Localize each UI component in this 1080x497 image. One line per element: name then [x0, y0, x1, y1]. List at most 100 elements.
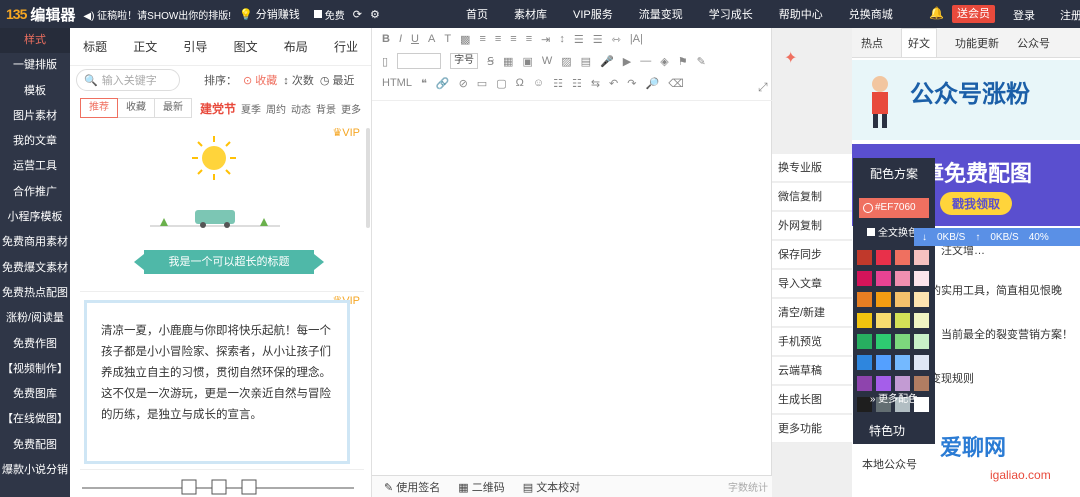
html-icon[interactable]: HTML — [382, 77, 412, 89]
sidebar-item[interactable]: 免费配图 — [0, 433, 70, 458]
expand-icon[interactable]: ⤢ — [758, 80, 768, 95]
action-long-image[interactable]: 生成长图 — [772, 386, 852, 414]
text-bg-icon[interactable]: T — [444, 33, 451, 45]
template-icon[interactable]: ▢ — [496, 77, 506, 90]
qrcode-button[interactable]: ▦ 二维码 — [458, 479, 504, 495]
rtl-icon[interactable]: ⇆ — [591, 77, 600, 90]
color-swatch[interactable] — [876, 355, 891, 370]
letter-spacing-icon[interactable]: |A| — [630, 33, 643, 45]
spacing-icon[interactable]: ⇿ — [612, 33, 621, 46]
sidebar-item-styles[interactable]: 样式 — [0, 28, 70, 54]
sidebar-item[interactable]: 【视频制作】 — [0, 357, 70, 382]
filter-recommend[interactable]: 推荐 — [80, 98, 118, 118]
color-swatch[interactable] — [895, 376, 910, 391]
nav-materials[interactable]: 素材库 — [514, 6, 547, 22]
article-link[interactable]: 的实用工具，简直相见恨晚 — [930, 282, 1062, 298]
color-swatch[interactable] — [876, 313, 891, 328]
undo-icon[interactable]: ↶ — [609, 77, 618, 90]
quote-icon[interactable]: ❝ — [421, 77, 427, 90]
search-input[interactable]: 🔍 输入关键字 — [76, 69, 180, 91]
whole-text-recolor[interactable]: 全文换色 — [867, 224, 918, 239]
color-swatch[interactable] — [895, 355, 910, 370]
picture-icon[interactable]: ▨ — [561, 55, 571, 68]
tab-body[interactable]: 正文 — [120, 38, 170, 55]
color-swatch[interactable] — [857, 250, 872, 265]
color-swatch[interactable] — [914, 292, 929, 307]
vip-button[interactable]: 送会员 — [952, 5, 995, 23]
sidebar-item[interactable]: 【在线做图】 — [0, 407, 70, 432]
align-justify-icon[interactable]: ≡ — [526, 33, 532, 45]
color-swatch[interactable] — [857, 376, 872, 391]
tag-party[interactable]: 建党节 — [200, 100, 236, 117]
color-swatch[interactable] — [914, 250, 929, 265]
tab-updates[interactable]: 功能更新 — [955, 35, 999, 51]
filter-favorites[interactable]: 收藏 — [118, 98, 155, 118]
panel-scrollbar[interactable] — [366, 128, 370, 228]
sort-favorites[interactable]: ⊙ 收藏 — [243, 72, 277, 88]
logo[interactable]: 135 编辑器 — [0, 4, 75, 25]
bell-icon[interactable]: 🔔 — [929, 6, 944, 20]
video-icon[interactable]: ▶ — [623, 55, 631, 68]
sidebar-item[interactable]: 免费热点配图 — [0, 281, 70, 306]
more-colors[interactable]: » 更多配色 — [853, 390, 935, 405]
tab-industry[interactable]: 行业 — [321, 38, 371, 55]
color-swatch[interactable] — [895, 334, 910, 349]
tab-layout[interactable]: 布局 — [271, 38, 321, 55]
tag-summer[interactable]: 夏季 — [241, 101, 261, 116]
sidebar-item[interactable]: 模板 — [0, 79, 70, 104]
article-link[interactable]: 变现规则 — [930, 370, 974, 386]
tab-official-account[interactable]: 公众号 — [1017, 35, 1050, 51]
tab-hot[interactable]: 热点 — [861, 35, 883, 51]
nav-help[interactable]: 帮助中心 — [779, 6, 823, 22]
action-wechat-copy[interactable]: 微信复制 — [772, 183, 852, 211]
color-swatch[interactable] — [914, 376, 929, 391]
style-card-text[interactable]: ♛VIP 清凉一夏，小鹿鹿与你即将快乐起航！每一个孩子都是小小冒险家、探索者，从… — [80, 292, 364, 470]
tab-good-articles[interactable]: 好文 — [901, 28, 937, 57]
color-swatch[interactable] — [876, 334, 891, 349]
sidebar-item[interactable]: 图片素材 — [0, 104, 70, 129]
color-swatch[interactable] — [895, 250, 910, 265]
mic-icon[interactable]: 🎤 — [600, 55, 614, 68]
color-swatch[interactable] — [914, 334, 929, 349]
nav-vip[interactable]: VIP服务 — [573, 6, 613, 22]
symbol-icon[interactable]: Ω — [516, 77, 524, 89]
list-icon[interactable]: ☷ — [553, 77, 563, 90]
action-mobile-preview[interactable]: 手机预览 — [772, 328, 852, 356]
color-swatch[interactable] — [876, 250, 891, 265]
color-swatch[interactable] — [857, 271, 872, 286]
align-left-icon[interactable]: ≡ — [479, 33, 485, 45]
tag-background[interactable]: 背景 — [316, 101, 336, 116]
align-right-icon[interactable]: ≡ — [510, 33, 516, 45]
pen-icon[interactable]: ✎ — [697, 55, 706, 68]
action-import[interactable]: 导入文章 — [772, 270, 852, 298]
search-replace-icon[interactable]: 🔎 — [645, 77, 659, 90]
font-size-select[interactable]: 字号 — [450, 53, 479, 69]
sidebar-item[interactable]: 运营工具 — [0, 154, 70, 179]
color-swatch[interactable] — [876, 376, 891, 391]
action-more[interactable]: 更多功能 — [772, 415, 852, 443]
banner-claim-button[interactable]: 戳我领取 — [940, 192, 1013, 215]
style-card-title[interactable]: ♛VIP 我是一个可以超长的标题 — [80, 124, 364, 292]
color-swatch[interactable] — [857, 355, 872, 370]
gear-icon[interactable]: ⚙ — [370, 8, 380, 21]
format-icon[interactable]: Ꞩ — [487, 55, 494, 68]
color-swatch[interactable] — [895, 313, 910, 328]
link-icon[interactable]: 🔗 — [436, 77, 450, 90]
sidebar-item[interactable]: 合作推广 — [0, 180, 70, 205]
italic-icon[interactable]: I — [399, 33, 402, 45]
tab-guide[interactable]: 引导 — [170, 38, 220, 55]
sidebar-item[interactable]: 免费商用素材 — [0, 230, 70, 255]
tag-icon[interactable]: ◈ — [660, 55, 668, 68]
register-link[interactable]: 注册 — [1060, 7, 1080, 23]
word-icon[interactable]: W — [542, 55, 552, 67]
stamp-icon[interactable]: ⚑ — [678, 55, 688, 68]
sort-recent[interactable]: ◷ 最近 — [320, 72, 355, 88]
banner-grow-fans[interactable]: 公众号涨粉 — [852, 60, 1080, 140]
color-swatch[interactable] — [895, 271, 910, 286]
line-height-icon[interactable]: ↕ — [559, 33, 565, 45]
frame-icon[interactable]: ▭ — [477, 77, 487, 90]
editor-content-area[interactable] — [372, 100, 772, 475]
login-link[interactable]: 登录 — [1013, 7, 1035, 23]
sidebar-item[interactable]: 爆款小说分销 — [0, 458, 70, 483]
color-swatch[interactable] — [914, 355, 929, 370]
